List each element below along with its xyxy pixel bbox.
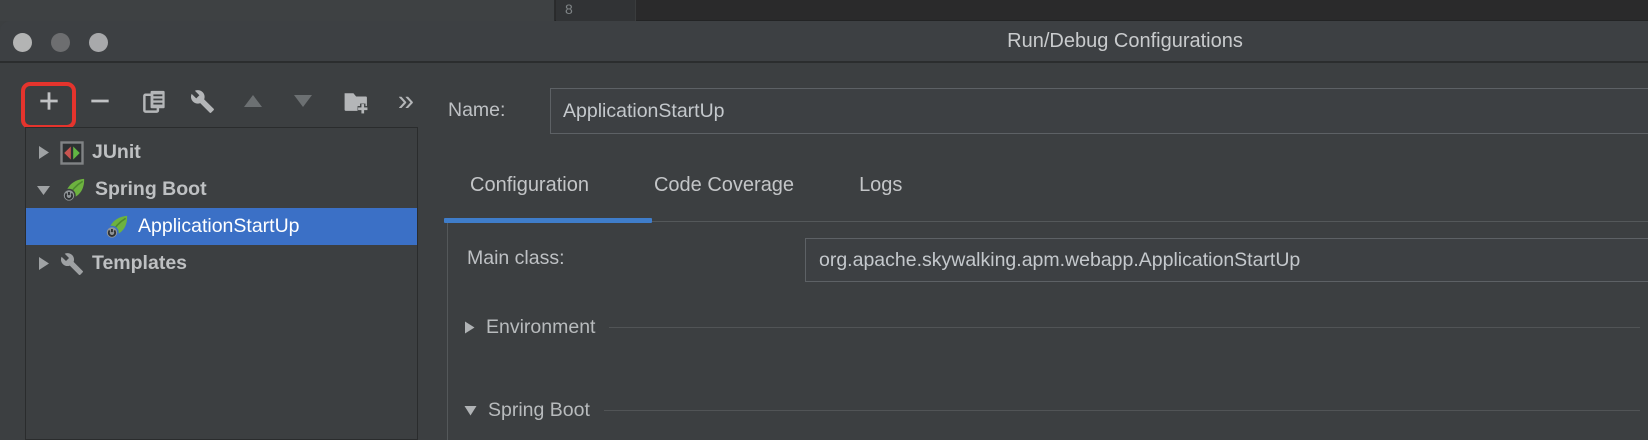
spring-boot-icon <box>103 213 130 240</box>
move-down-button[interactable] <box>289 87 317 115</box>
tab-logs[interactable]: Logs <box>842 174 919 197</box>
tree-item-spring-boot[interactable]: Spring Boot <box>26 171 417 208</box>
tree-item-label: Spring Boot <box>95 178 207 201</box>
arrow-down-icon <box>294 95 312 107</box>
minus-icon <box>87 88 113 114</box>
active-tab-underline <box>444 218 652 223</box>
tree-item-applicationstartup[interactable]: ApplicationStartUp <box>26 208 417 245</box>
junit-icon <box>60 141 84 165</box>
configurations-tree: JUnit Spring Boot <box>25 127 418 440</box>
tab-code-coverage[interactable]: Code Coverage <box>637 174 811 197</box>
more-actions-button[interactable]: » <box>391 87 419 115</box>
tree-item-templates[interactable]: Templates <box>26 245 417 282</box>
spring-boot-icon <box>60 176 87 203</box>
wrench-icon <box>190 89 215 114</box>
copy-configuration-button[interactable] <box>140 87 168 115</box>
expand-right-icon[interactable] <box>34 143 58 162</box>
dialog-titlebar: Run/Debug Configurations <box>0 21 1648 63</box>
background-panel <box>0 0 555 21</box>
section-label: Environment <box>486 316 595 339</box>
editor-line-number: 8 <box>565 1 573 17</box>
folder-plus-icon <box>342 88 369 115</box>
tree-item-label: ApplicationStartUp <box>138 215 300 238</box>
expand-down-icon[interactable] <box>34 180 58 199</box>
settings-tabs: Configuration Code Coverage Logs <box>453 165 919 205</box>
dialog-title: Run/Debug Configurations <box>940 30 1310 53</box>
tree-item-label: JUnit <box>92 141 141 164</box>
name-input[interactable] <box>550 88 1648 134</box>
wrench-icon <box>60 252 84 276</box>
tree-item-junit[interactable]: JUnit <box>26 134 417 171</box>
tab-configuration[interactable]: Configuration <box>453 174 606 197</box>
window-controls <box>13 33 108 52</box>
expand-right-icon[interactable] <box>463 320 476 335</box>
close-window-button[interactable] <box>13 33 32 52</box>
section-environment[interactable]: Environment <box>463 314 1640 340</box>
remove-configuration-button[interactable] <box>86 87 114 115</box>
zoom-window-button[interactable] <box>89 33 108 52</box>
section-label: Spring Boot <box>488 399 590 422</box>
name-label: Name: <box>448 99 505 122</box>
double-chevron-icon: » <box>398 88 412 114</box>
create-folder-button[interactable] <box>341 87 369 115</box>
expand-right-icon[interactable] <box>34 254 58 273</box>
section-separator <box>604 410 1640 411</box>
add-button-highlight-annotation <box>21 82 76 129</box>
tree-item-label: Templates <box>92 252 187 275</box>
edit-templates-button[interactable] <box>188 87 216 115</box>
expand-down-icon[interactable] <box>463 404 478 417</box>
move-up-button[interactable] <box>239 87 267 115</box>
run-debug-configurations-dialog: Run/Debug Configurations <box>0 21 1648 440</box>
arrow-up-icon <box>244 95 262 107</box>
copy-icon <box>141 88 168 115</box>
section-spring-boot[interactable]: Spring Boot <box>463 397 1640 423</box>
editor-gutter: 8 <box>556 0 636 21</box>
background-window-strip: 8 <box>0 0 1648 21</box>
minimize-window-button[interactable] <box>51 33 70 52</box>
section-separator <box>609 327 1640 328</box>
